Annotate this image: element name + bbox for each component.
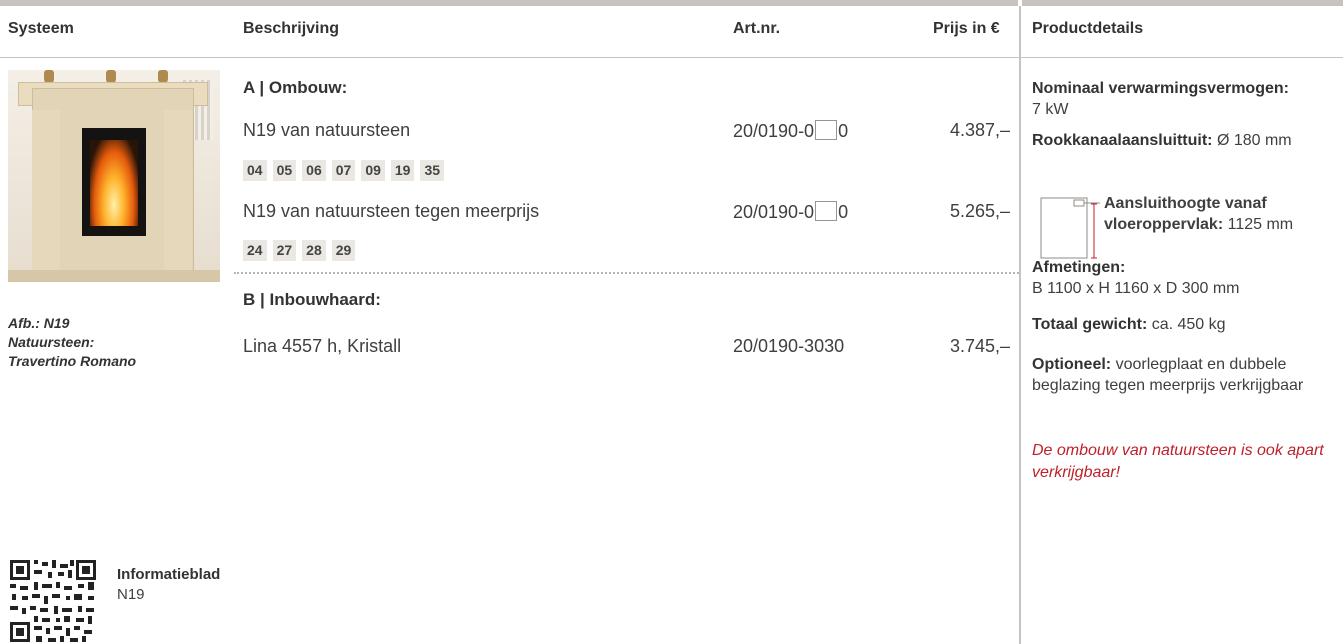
header-rule-details xyxy=(1021,57,1343,58)
section-a-title: A | Ombouw: xyxy=(243,78,348,97)
header-artnr: Art.nr. xyxy=(733,20,781,37)
row-a1-artnr: 20/0190-0 0 xyxy=(733,120,848,142)
stone-code: 19 xyxy=(390,160,415,181)
stone-code: 05 xyxy=(272,160,297,181)
caption-line: Natuursteen: xyxy=(8,334,95,350)
row-a1-price: 4.387,– xyxy=(949,120,1010,140)
header-rule xyxy=(0,57,1019,58)
header-productdetails: Productdetails xyxy=(1032,20,1144,37)
detail-flue-label: Rookkanaalaansluittuit: xyxy=(1032,132,1213,149)
detail-weight: Totaal gewicht: ca. 450 kg xyxy=(1032,314,1338,335)
row-b1-description: Lina 4557 h, Kristall xyxy=(243,336,402,356)
row-a2-artnr: 20/0190-0 0 xyxy=(733,201,848,223)
product-photo xyxy=(8,70,220,282)
stone-code: 27 xyxy=(272,240,297,261)
detail-note: De ombouw van natuursteen is ook apart v… xyxy=(1032,442,1324,481)
detail-weight-value: ca. 450 kg xyxy=(1151,316,1226,333)
artnr-suffix: 0 xyxy=(838,202,849,222)
stone-code: 35 xyxy=(420,160,445,181)
column-divider xyxy=(1019,6,1021,644)
top-rule xyxy=(0,0,1343,6)
stone-code: 04 xyxy=(243,160,267,181)
section-b-title: B | Inbouwhaard: xyxy=(243,290,381,309)
detail-dimensions: Afmetingen: B 1100 x H 1160 x D 300 mm xyxy=(1032,257,1338,299)
photo-pillar-right xyxy=(164,110,192,282)
stone-code: 24 xyxy=(243,240,267,261)
stone-codes-2: 24 27 28 29 xyxy=(243,240,356,261)
row-a1-description: N19 van natuursteen xyxy=(243,120,411,140)
detail-flue-value: Ø 180 mm xyxy=(1216,132,1292,149)
artnr-color-box xyxy=(815,201,838,221)
detail-power-value: 7 kW xyxy=(1032,101,1069,118)
artnr-prefix: 20/0190-0 xyxy=(733,121,815,141)
info-sheet-model: N19 xyxy=(117,586,145,603)
header-prijs: Prijs in € xyxy=(933,20,1000,37)
detail-dimensions-label: Afmetingen: xyxy=(1032,259,1126,276)
detail-dimensions-value: B 1100 x H 1160 x D 300 mm xyxy=(1032,280,1240,297)
section-divider xyxy=(234,272,1019,274)
header-beschrijving: Beschrijving xyxy=(243,20,340,37)
photo-floor xyxy=(8,270,220,282)
row-a2-description: N19 van natuursteen tegen meerprijs xyxy=(243,201,540,221)
stone-code: 28 xyxy=(302,240,326,261)
detail-height: Aansluithoogte vanaf vloeroppervlak: 112… xyxy=(1104,193,1334,235)
stone-code: 09 xyxy=(361,160,385,181)
detail-optional-label: Optioneel: xyxy=(1032,356,1112,373)
caption-line: Afb.: N19 xyxy=(8,315,70,331)
photo-pillar-left xyxy=(32,110,60,282)
stone-code: 07 xyxy=(331,160,356,181)
qr-code[interactable] xyxy=(8,558,98,644)
detail-height-value: 1125 mm xyxy=(1227,216,1294,233)
stone-code: 06 xyxy=(302,160,326,181)
row-b1-artnr: 20/0190-3030 xyxy=(733,336,845,356)
detail-weight-label: Totaal gewicht: xyxy=(1032,316,1148,333)
detail-power-label: Nominaal verwarmingsvermogen: xyxy=(1032,80,1289,97)
detail-optional: Optioneel: voorlegplaat en dubbele begla… xyxy=(1032,354,1338,396)
stone-codes-1: 04 05 06 07 09 19 35 xyxy=(243,160,445,181)
row-b1-price: 3.745,– xyxy=(949,336,1010,356)
photo-caption: Afb.: N19 Natuursteen: Travertino Romano xyxy=(8,314,136,371)
row-a2-price: 5.265,– xyxy=(949,201,1010,221)
photo-flame xyxy=(90,140,138,226)
detail-flue: Rookkanaalaansluittuit: Ø 180 mm xyxy=(1032,130,1338,151)
artnr-color-box xyxy=(815,120,838,140)
artnr-suffix: 0 xyxy=(838,121,849,141)
stone-code: 29 xyxy=(331,240,356,261)
caption-line: Travertino Romano xyxy=(8,353,137,369)
header-systeem: Systeem xyxy=(8,20,74,37)
detail-power: Nominaal verwarmingsvermogen: 7 kW xyxy=(1032,78,1338,120)
info-sheet-title: Informatieblad xyxy=(117,566,221,583)
artnr-prefix: 20/0190-0 xyxy=(733,202,815,222)
connection-height-diagram xyxy=(1040,197,1100,259)
